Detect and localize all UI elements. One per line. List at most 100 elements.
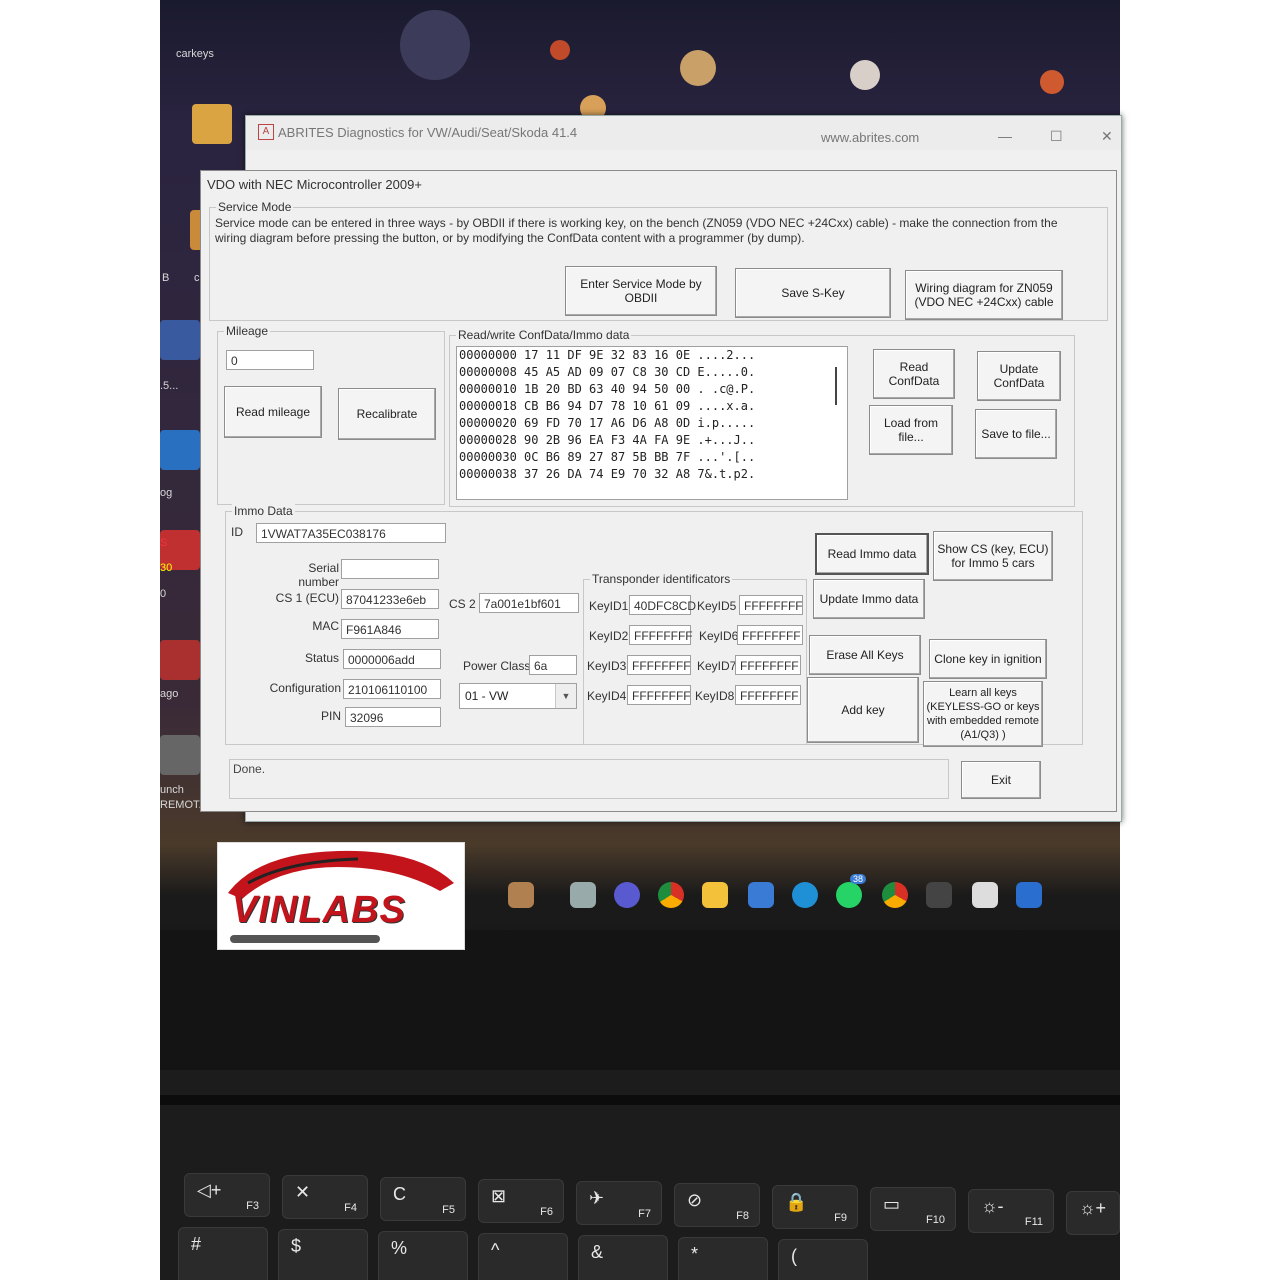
pin-field[interactable]: 32096 [345, 707, 441, 727]
wiring-diagram-button[interactable]: Wiring diagram for ZN059 (VDO NEC +24Cxx… [905, 270, 1063, 320]
read-immo-data-button[interactable]: Read Immo data [815, 533, 929, 575]
clone-key-button[interactable]: Clone key in ignition [929, 639, 1047, 679]
keyboard: ◁+ F3 ✕ F4 C F5 ⊠ F6 ✈ F7 ⊘ F8 🔒 F9 ▭ F10 ☼- F11 … [160, 1165, 1120, 1280]
key-8[interactable]: * [678, 1237, 768, 1280]
keyid5-field[interactable]: FFFFFFFF [739, 595, 803, 615]
keyid1-label: KeyID1 [589, 599, 629, 613]
keyid7-field[interactable]: FFFFFFFF [735, 655, 801, 675]
keyid4-label: KeyID4 [587, 689, 627, 703]
enter-service-mode-button[interactable]: Enter Service Mode by OBDII [565, 266, 717, 316]
read-mileage-button[interactable]: Read mileage [224, 386, 322, 438]
recalibrate-button[interactable]: Recalibrate [338, 388, 436, 440]
cs2-field[interactable]: 7a001e1bf601 [479, 593, 579, 613]
app-icon[interactable] [160, 320, 200, 360]
app-icon[interactable] [160, 430, 200, 470]
update-confdata-button[interactable]: Update ConfData [977, 351, 1061, 401]
service-mode-label: Service Mode [216, 200, 294, 214]
key-f9[interactable]: 🔒 F9 [772, 1185, 858, 1229]
keyid6-field[interactable]: FFFFFFFF [737, 625, 803, 645]
keyid4-field[interactable]: FFFFFFFF [627, 685, 691, 705]
key-f5[interactable]: C F5 [380, 1177, 466, 1221]
task-view-icon[interactable] [570, 882, 596, 908]
maximize-button[interactable]: ☐ [1050, 128, 1063, 145]
keyid8-label: KeyID8 [695, 689, 735, 703]
key-f12[interactable]: ☼+ [1066, 1191, 1120, 1235]
widgets-icon[interactable] [508, 882, 534, 908]
planet-decoration [1040, 70, 1064, 94]
key-f8[interactable]: ⊘ F8 [674, 1183, 760, 1227]
key-f11[interactable]: ☼- F11 [968, 1189, 1054, 1233]
configuration-label: Configuration [269, 681, 341, 695]
save-to-file-button[interactable]: Save to file... [975, 409, 1057, 459]
key-3[interactable]: # [178, 1227, 268, 1280]
key-4[interactable]: $ [278, 1229, 368, 1280]
service-mode-group: Service Mode Service mode can be entered… [209, 200, 1108, 321]
learn-all-keys-button[interactable]: Learn all keys (KEYLESS-GO or keys with … [923, 681, 1043, 747]
id-field[interactable]: 1VWAT7A35EC038176 [256, 523, 446, 543]
keyid1-field[interactable]: 40DFC8CD [629, 595, 696, 615]
brand-select-value: 01 - VW [465, 689, 509, 703]
desktop-label: B [162, 272, 170, 284]
logo-text: VINLABS [232, 889, 406, 931]
app-icon[interactable] [160, 640, 200, 680]
key-f10[interactable]: ▭ F10 [870, 1187, 956, 1231]
add-key-button[interactable]: Add key [807, 677, 919, 743]
desktop-label: 30 [160, 562, 173, 574]
status-field[interactable]: 0000006add [343, 649, 441, 669]
whatsapp-icon[interactable]: 38 [836, 874, 867, 908]
cs1-field[interactable]: 87041233e6eb [341, 589, 439, 609]
chevron-down-icon[interactable]: ▼ [555, 684, 576, 708]
show-cs-button[interactable]: Show CS (key, ECU) for Immo 5 cars [933, 531, 1053, 581]
read-confdata-button[interactable]: Read ConfData [873, 349, 955, 399]
hex-line: 00000020 69 FD 70 17 A6 D6 A8 0D i.p....… [459, 416, 756, 430]
keyid8-field[interactable]: FFFFFFFF [735, 685, 801, 705]
confdata-hex-view[interactable]: 00000000 17 11 DF 9E 32 83 16 0E ....2..… [456, 346, 848, 500]
mileage-input[interactable]: 0 [226, 350, 314, 370]
teams-icon[interactable] [614, 882, 640, 908]
keyid6-label: KeyID6 [699, 629, 739, 643]
edge-icon[interactable] [792, 882, 818, 908]
key-f7[interactable]: ✈ F7 [576, 1181, 662, 1225]
key-5[interactable]: % [378, 1231, 468, 1280]
key-9[interactable]: ( [778, 1239, 868, 1280]
mac-label: MAC [312, 619, 339, 633]
close-button[interactable]: ✕ [1101, 128, 1113, 145]
vinlabs-logo: VINLABS [217, 842, 465, 950]
notification-badge: 38 [850, 874, 867, 884]
erase-all-keys-button[interactable]: Erase All Keys [809, 635, 921, 675]
minimize-button[interactable]: — [998, 128, 1012, 144]
app-icon[interactable] [926, 882, 952, 908]
keyid2-field[interactable]: FFFFFFFF [629, 625, 693, 645]
serial-number-field[interactable] [341, 559, 439, 579]
mileage-group: Mileage 0 Read mileage Recalibrate [217, 324, 445, 505]
desktop-label: og [160, 487, 173, 499]
load-from-file-button[interactable]: Load from file... [869, 405, 953, 455]
save-skey-button[interactable]: Save S-Key [735, 268, 891, 318]
cs2-label: CS 2 [449, 597, 476, 611]
chrome-profile-icon[interactable] [882, 882, 908, 908]
mac-field[interactable]: F961A846 [341, 619, 439, 639]
window-title: ABRITES Diagnostics for VW/Audi/Seat/Sko… [278, 125, 578, 140]
vdo-nec-dialog: VDO with NEC Microcontroller 2009+ Servi… [200, 170, 1117, 812]
store-icon[interactable] [748, 882, 774, 908]
laptop-bezel [160, 930, 1120, 1070]
key-f4[interactable]: ✕ F4 [282, 1175, 368, 1219]
folder-icon[interactable] [192, 104, 232, 144]
hex-scrollbar[interactable] [835, 367, 837, 405]
configuration-field[interactable]: 210106110100 [343, 679, 441, 699]
remote-tool-icon[interactable] [1016, 882, 1042, 908]
update-immo-data-button[interactable]: Update Immo data [813, 579, 925, 619]
keyid3-field[interactable]: FFFFFFFF [627, 655, 691, 675]
key-6[interactable]: ^ [478, 1233, 568, 1280]
launch-icon[interactable] [160, 735, 200, 775]
key-7[interactable]: & [578, 1235, 668, 1280]
key-f3[interactable]: ◁+ F3 [184, 1173, 270, 1217]
exit-button[interactable]: Exit [961, 761, 1041, 799]
file-explorer-icon[interactable] [702, 882, 728, 908]
power-class-field[interactable]: 6a [529, 655, 577, 675]
key-silhouette-icon [230, 935, 380, 943]
key-f6[interactable]: ⊠ F6 [478, 1179, 564, 1223]
brand-select[interactable]: 01 - VW ▼ [459, 683, 577, 709]
abrites-icon[interactable] [972, 882, 998, 908]
chrome-icon[interactable] [658, 882, 684, 908]
